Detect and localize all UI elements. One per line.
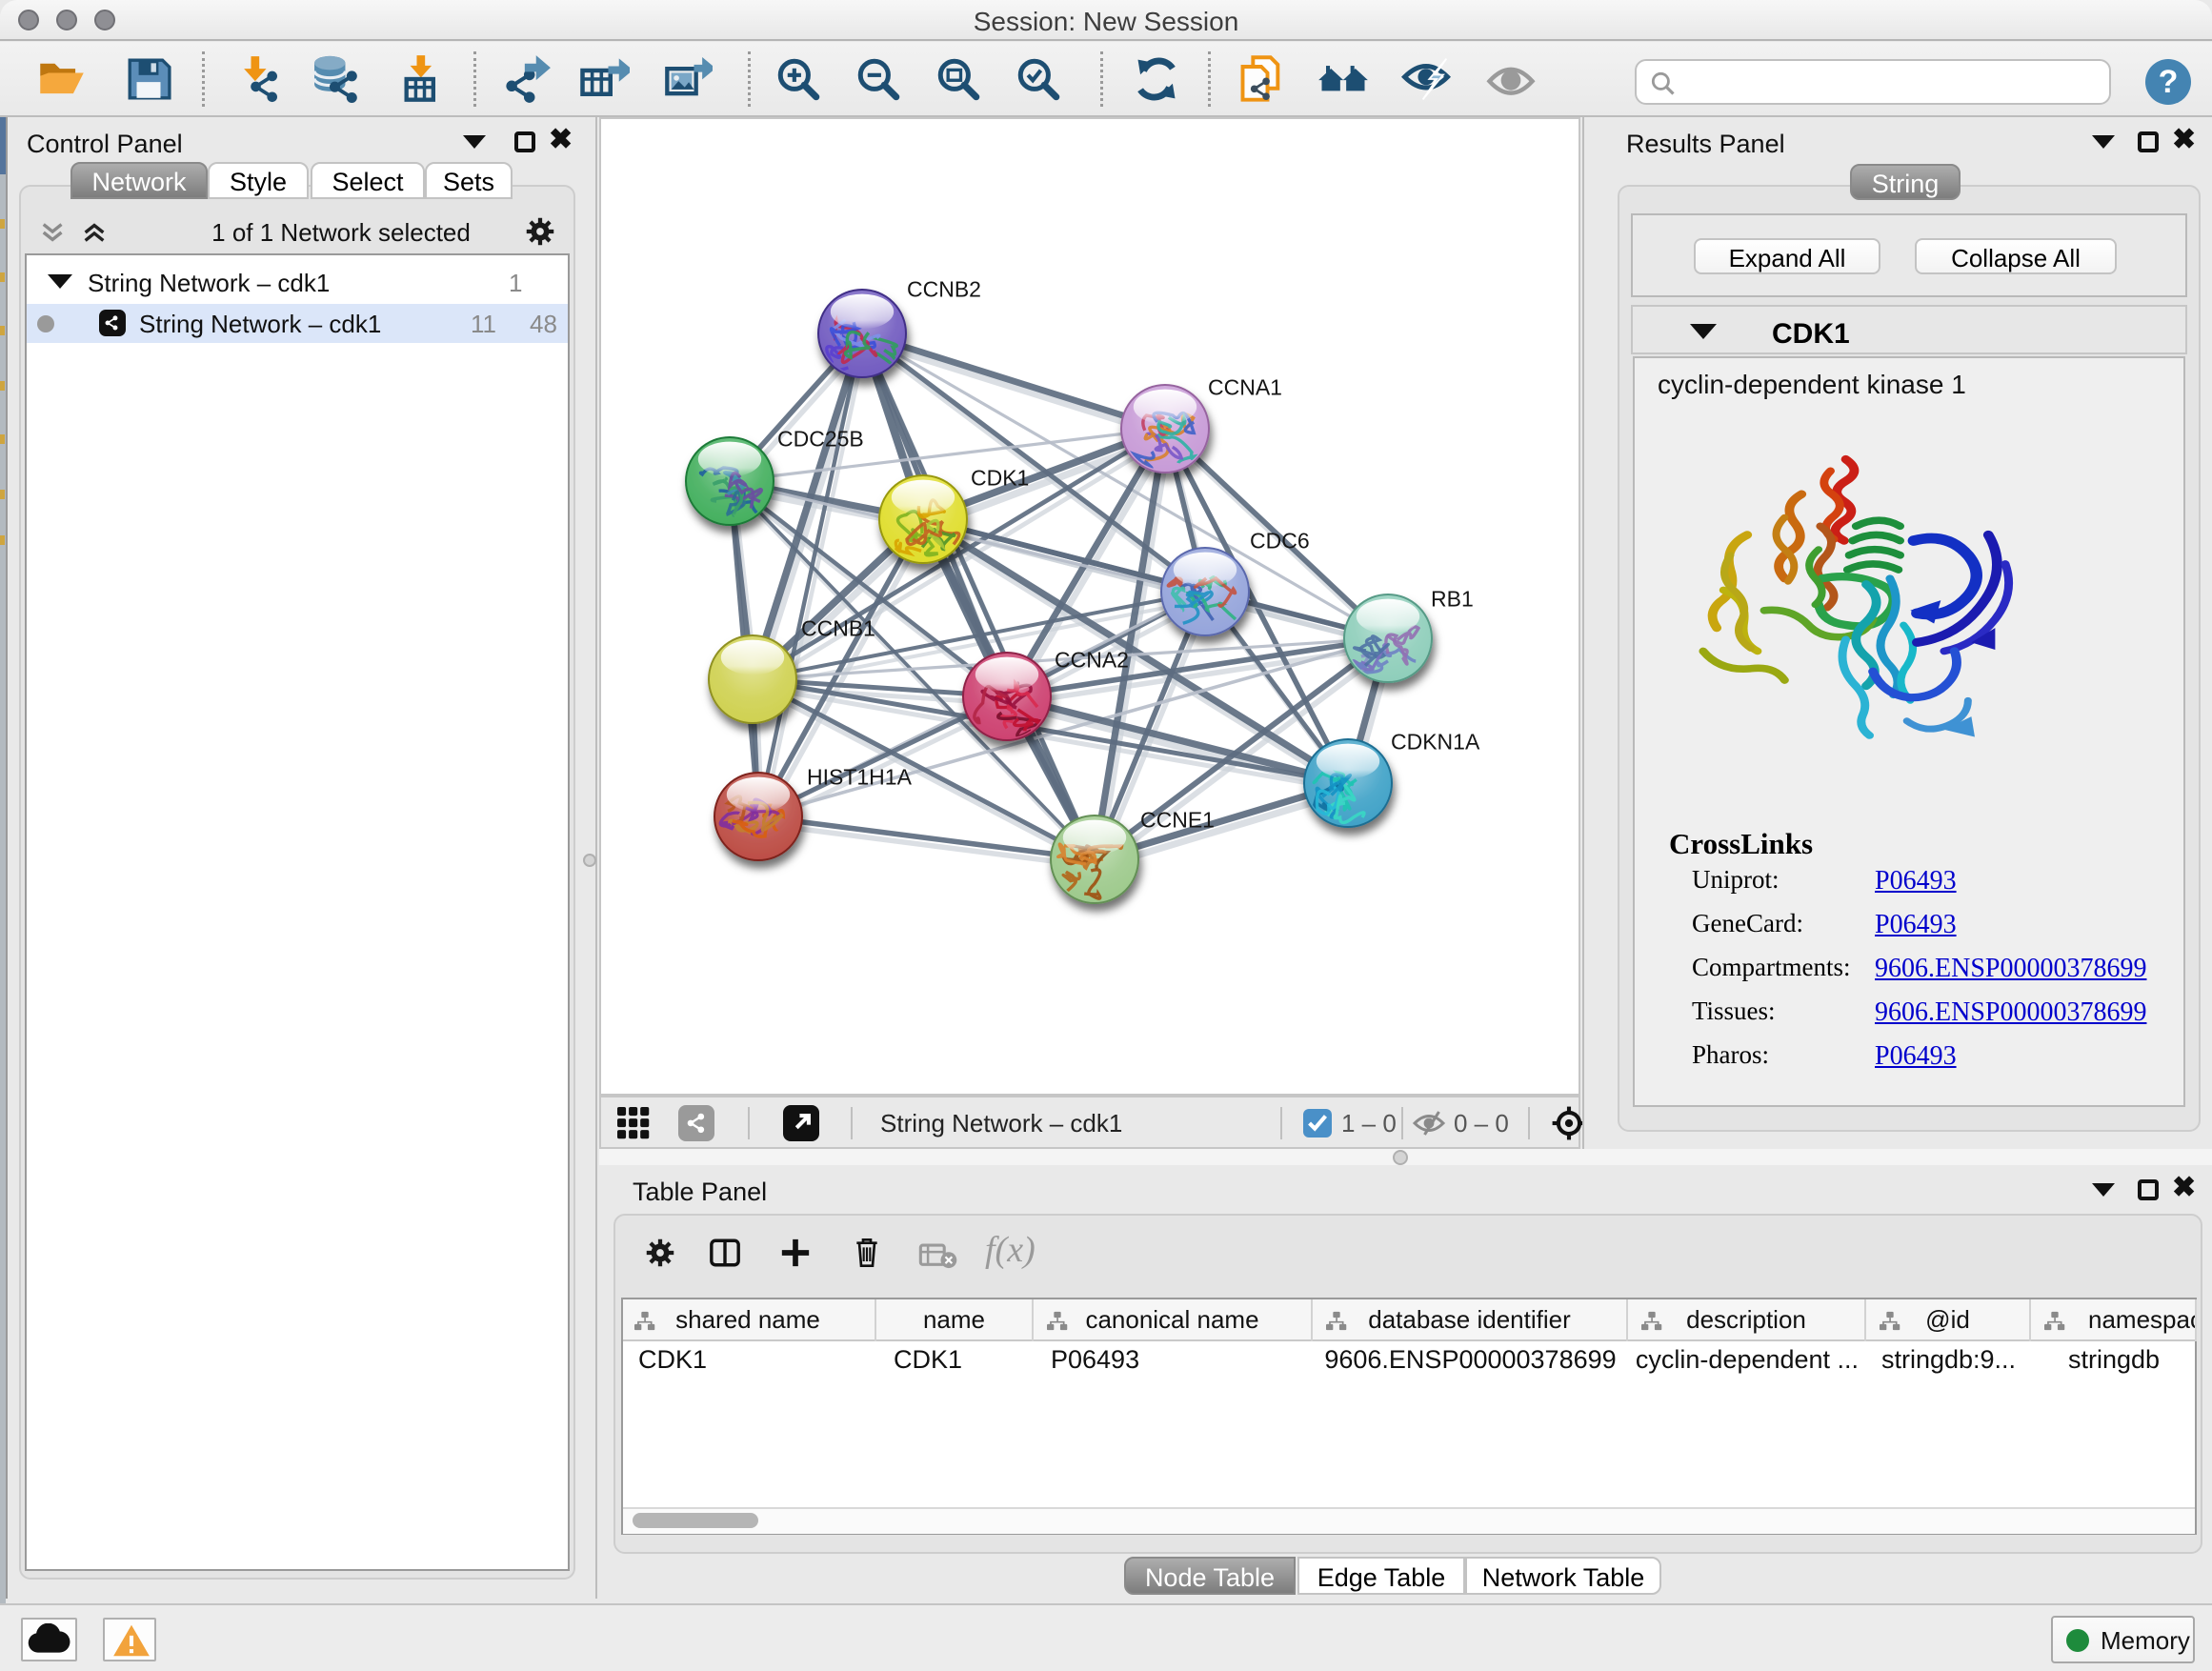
svg-text:CCNB2: CCNB2 <box>907 276 981 301</box>
svg-text:CCNB1: CCNB1 <box>801 615 875 640</box>
svg-text:CDKN1A: CDKN1A <box>1391 729 1480 754</box>
svg-text:CDK1: CDK1 <box>971 465 1029 490</box>
svg-text:CDC6: CDC6 <box>1250 528 1310 553</box>
svg-text:CCNE1: CCNE1 <box>1140 807 1215 832</box>
svg-text:CCNA1: CCNA1 <box>1208 374 1282 399</box>
svg-text:RB1: RB1 <box>1431 586 1474 611</box>
svg-text:HIST1H1A: HIST1H1A <box>807 764 913 789</box>
svg-text:CDC25B: CDC25B <box>777 426 864 451</box>
svg-text:CCNA2: CCNA2 <box>1055 647 1129 672</box>
